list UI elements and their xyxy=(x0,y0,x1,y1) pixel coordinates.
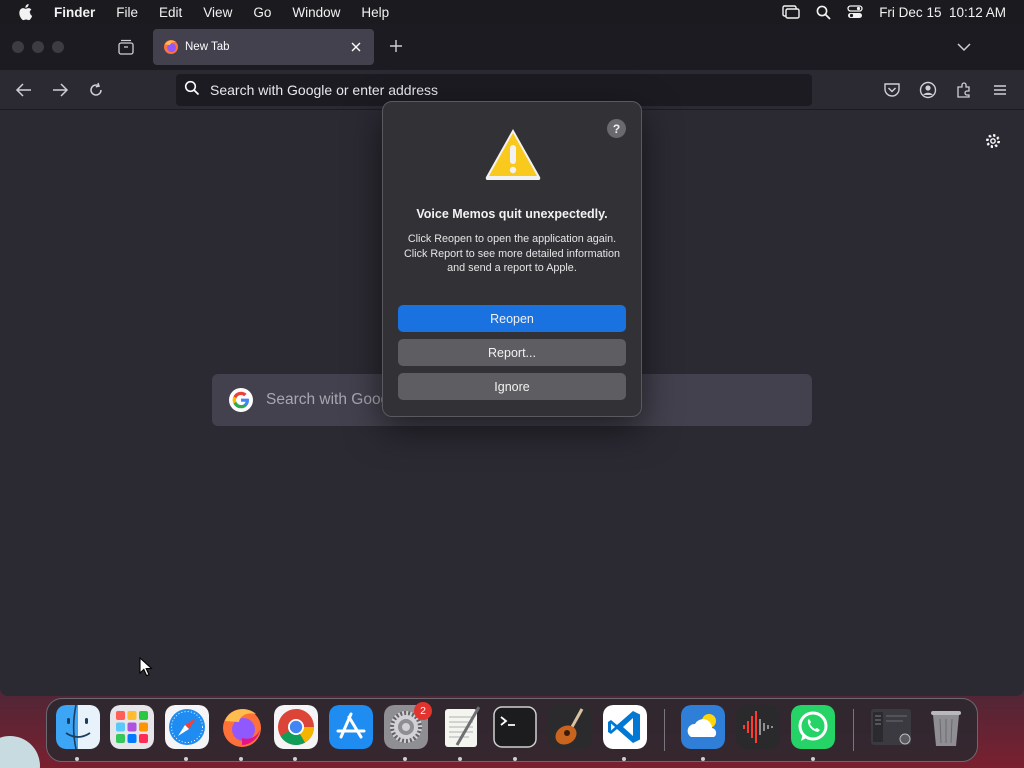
dock-separator xyxy=(664,709,665,751)
finder-running-indicator xyxy=(75,757,79,761)
weather-running-indicator xyxy=(701,757,705,761)
firefox-icon[interactable] xyxy=(220,705,264,749)
textedit-icon[interactable] xyxy=(439,705,483,749)
extensions-icon[interactable] xyxy=(955,81,973,104)
alert-message: Click Reopen to open the application aga… xyxy=(403,233,621,274)
app-menu-hamburger-icon[interactable] xyxy=(991,81,1009,104)
back-arrow-icon[interactable] xyxy=(15,82,33,103)
dock-separator xyxy=(853,709,854,751)
trash-icon[interactable] xyxy=(924,705,968,749)
list-all-tabs-chevron-icon[interactable] xyxy=(956,40,972,58)
app-store-icon[interactable] xyxy=(329,705,373,749)
help-button[interactable]: ? xyxy=(607,119,626,138)
vscode-icon[interactable] xyxy=(603,705,647,749)
google-logo-icon xyxy=(228,387,254,413)
warning-triangle-icon xyxy=(483,126,543,187)
spotlight-search-icon[interactable] xyxy=(816,5,831,20)
ignore-button[interactable]: Ignore xyxy=(398,373,626,400)
tab-title: New Tab xyxy=(185,41,230,53)
menu-app-name[interactable]: Finder xyxy=(54,5,95,20)
mouse-pointer-icon xyxy=(139,656,153,682)
reopen-button[interactable]: Reopen xyxy=(398,305,626,332)
tab-strip: New Tab xyxy=(0,24,1024,70)
menu-view[interactable]: View xyxy=(203,5,232,20)
close-tab-icon[interactable] xyxy=(348,39,364,60)
garageband-icon[interactable] xyxy=(548,705,592,749)
google-search-placeholder: Search with Goog xyxy=(266,391,390,408)
screen-mirroring-icon[interactable] xyxy=(782,5,800,19)
firefox-running-indicator xyxy=(239,757,243,761)
weather-icon[interactable] xyxy=(681,705,725,749)
apple-menu-icon[interactable] xyxy=(18,3,36,21)
safari-running-indicator xyxy=(184,757,188,761)
safari-icon[interactable] xyxy=(165,705,209,749)
menu-clock[interactable]: Fri Dec 15 10:12 AM xyxy=(879,5,1006,20)
new-tab-plus-icon[interactable] xyxy=(388,38,404,59)
menu-file[interactable]: File xyxy=(116,5,138,20)
address-bar-placeholder: Search with Google or enter address xyxy=(210,82,439,98)
search-icon xyxy=(184,80,200,101)
terminal-running-indicator xyxy=(513,757,517,761)
dock xyxy=(46,698,978,762)
wallpaper-corner xyxy=(0,736,40,768)
vscode-running-indicator xyxy=(622,757,626,761)
chrome-running-indicator xyxy=(293,757,297,761)
control-center-icon[interactable] xyxy=(847,5,863,19)
textedit-running-indicator xyxy=(458,757,462,761)
crash-alert-dialog: ? Voice Memos quit unexpectedly. Click R… xyxy=(382,101,642,417)
close-window-button[interactable] xyxy=(12,41,24,53)
menu-help[interactable]: Help xyxy=(361,5,389,20)
tab-new-tab[interactable]: New Tab xyxy=(153,29,374,65)
whatsapp-icon[interactable] xyxy=(791,705,835,749)
terminal-icon[interactable] xyxy=(493,705,537,749)
system-settings-running-indicator xyxy=(403,757,407,761)
menu-bar: Finder File Edit View Go Window Help Fri… xyxy=(0,0,1024,24)
firefox-favicon-icon xyxy=(163,39,179,55)
zoom-window-button[interactable] xyxy=(52,41,64,53)
account-icon[interactable] xyxy=(919,81,937,104)
forward-arrow-icon[interactable] xyxy=(51,82,69,103)
alert-title: Voice Memos quit unexpectedly. xyxy=(416,207,608,221)
report-button[interactable]: Report... xyxy=(398,339,626,366)
downloads-stack-icon[interactable] xyxy=(869,705,913,749)
gear-icon[interactable] xyxy=(984,132,1002,155)
menu-window[interactable]: Window xyxy=(292,5,340,20)
firefox-view-icon[interactable] xyxy=(117,39,135,60)
whatsapp-running-indicator xyxy=(811,757,815,761)
menu-edit[interactable]: Edit xyxy=(159,5,182,20)
reload-icon[interactable] xyxy=(88,82,104,103)
minimize-window-button[interactable] xyxy=(32,41,44,53)
voice-memos-icon[interactable] xyxy=(736,705,780,749)
menu-go[interactable]: Go xyxy=(253,5,271,20)
pocket-icon[interactable] xyxy=(883,81,901,104)
chrome-icon[interactable] xyxy=(274,705,318,749)
finder-icon[interactable] xyxy=(56,705,100,749)
launchpad-icon[interactable] xyxy=(110,705,154,749)
notification-badge: 2 xyxy=(414,702,432,720)
